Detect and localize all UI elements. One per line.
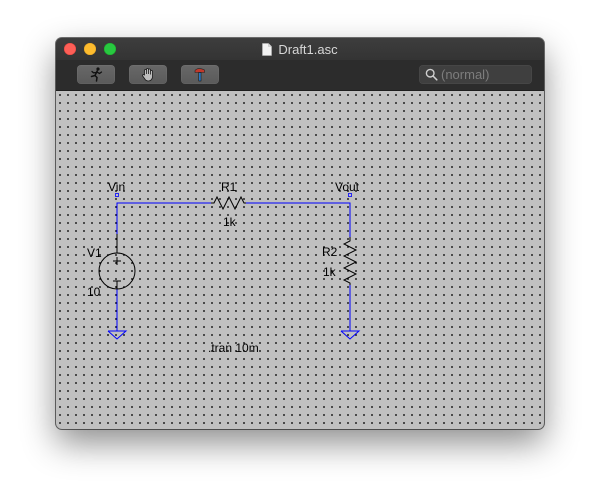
search-input[interactable] <box>441 66 527 82</box>
net-label-vin[interactable]: Vin <box>108 180 125 194</box>
search-box[interactable] <box>419 65 532 84</box>
resistor-r2[interactable] <box>342 237 358 285</box>
r1-name-label: R1 <box>221 180 237 194</box>
resistor-r1[interactable] <box>211 195 246 211</box>
hammer-icon <box>194 68 205 82</box>
ground-symbol-right[interactable] <box>340 330 361 340</box>
ground-symbol-left[interactable] <box>107 330 128 340</box>
schematic-drawing: Vin Vout R1 1k R2 1k V1 10 .tran 10m <box>87 180 361 355</box>
r1-value-label: 1k <box>223 215 237 229</box>
run-simulation-button[interactable] <box>77 65 115 84</box>
title-bar: Draft1.asc <box>56 38 544 60</box>
hand-icon <box>142 68 153 82</box>
v1-name-label: V1 <box>87 246 102 260</box>
search-icon <box>425 68 438 81</box>
spice-directive[interactable]: .tran 10m <box>208 341 259 355</box>
window-title: Draft1.asc <box>56 38 544 60</box>
window-title-text: Draft1.asc <box>278 41 338 57</box>
net-label-vout[interactable]: Vout <box>335 180 360 194</box>
running-man-icon <box>90 67 103 82</box>
wire-vin[interactable] <box>116 202 211 234</box>
document-icon <box>262 42 273 56</box>
halt-simulation-button[interactable] <box>129 65 167 84</box>
r2-value-label: 1k <box>323 265 337 279</box>
app-window: Draft1.asc (normal) Vin Vout R1 1k R2 1k… <box>56 38 544 429</box>
schematic-canvas[interactable]: Vin Vout R1 1k R2 1k V1 10 .tran 10m <box>56 91 544 429</box>
hammer-tool-button[interactable] <box>181 65 219 84</box>
voltage-source-v1[interactable] <box>98 234 136 290</box>
r2-name-label: R2 <box>322 245 338 259</box>
v1-value-label: 10 <box>87 285 101 299</box>
wire-vout[interactable] <box>246 202 351 237</box>
toolbar <box>56 60 544 91</box>
